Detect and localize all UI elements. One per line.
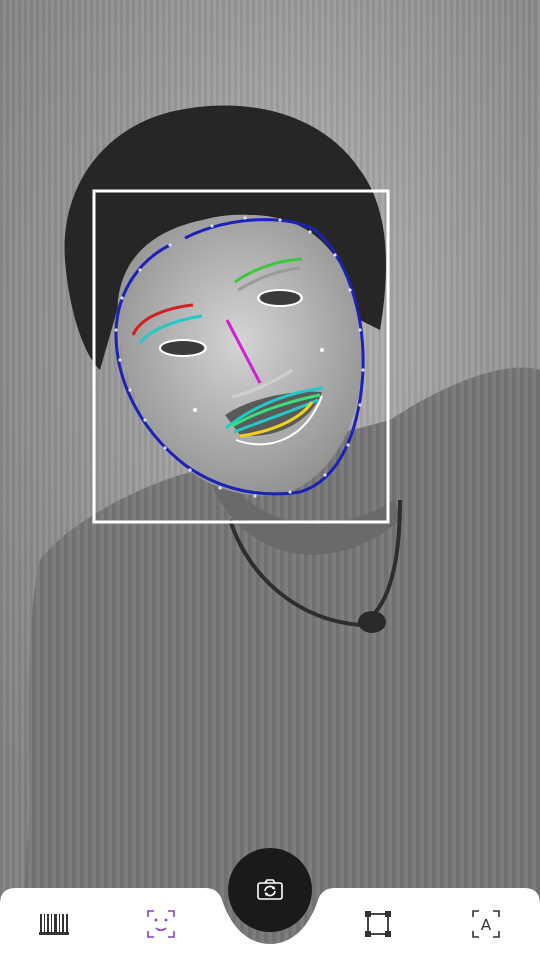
tab-barcode[interactable]	[26, 896, 82, 952]
text-recognition-glyph: A	[481, 916, 492, 934]
barcode-icon	[39, 914, 69, 935]
face-detect-icon	[147, 910, 175, 938]
tab-object-detection[interactable]	[350, 896, 406, 952]
camera-viewport	[0, 0, 540, 960]
tab-text-recognition[interactable]: A	[458, 896, 514, 952]
text-recognition-icon: A	[472, 910, 500, 938]
camera-switch-icon	[257, 879, 283, 900]
capture-button[interactable]	[228, 848, 312, 932]
tab-face-detection[interactable]	[133, 896, 189, 952]
object-crop-icon	[365, 911, 391, 937]
